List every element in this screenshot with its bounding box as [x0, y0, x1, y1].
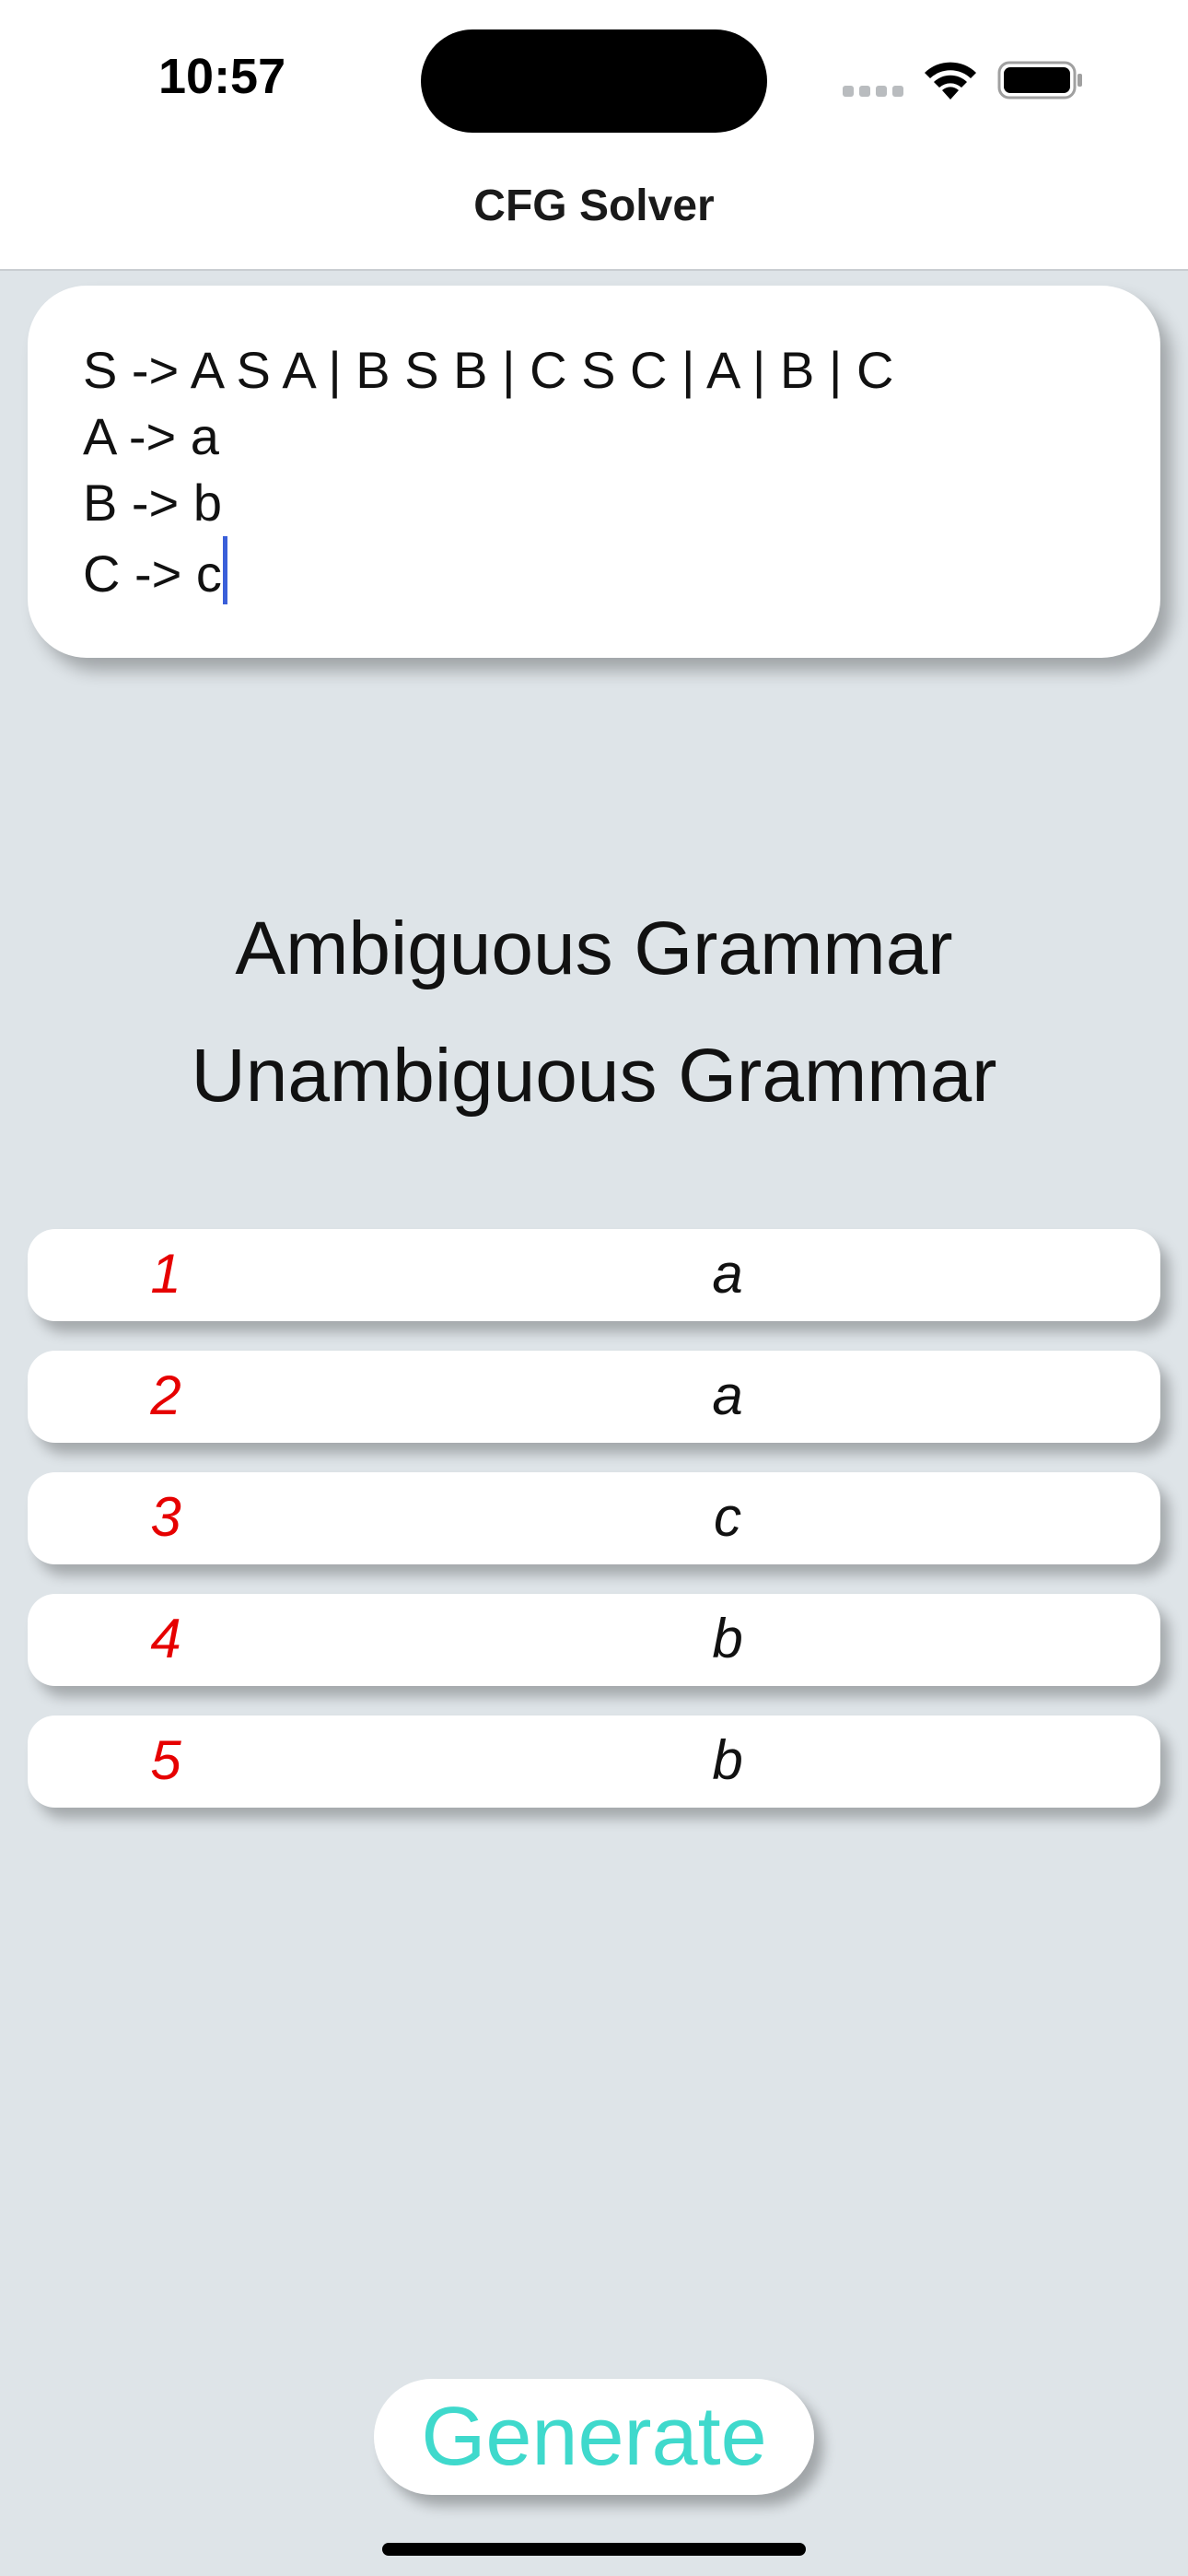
generate-button[interactable]: Generate	[374, 2379, 814, 2495]
derivation-row: 1 a	[28, 1229, 1160, 1321]
derivation-symbol: a	[712, 1364, 743, 1426]
derivation-row: 4 b	[28, 1594, 1160, 1686]
grammar-line-c: C -> c	[83, 536, 893, 604]
dynamic-island	[421, 29, 767, 133]
derivation-index: 5	[150, 1729, 181, 1791]
derivation-index: 2	[150, 1364, 181, 1426]
derivation-index: 3	[150, 1486, 181, 1548]
derivation-row: 2 a	[28, 1351, 1160, 1443]
wifi-icon	[925, 62, 976, 100]
battery-icon	[997, 61, 1082, 100]
home-indicator[interactable]	[382, 2543, 806, 2556]
derivation-row: 3 c	[28, 1472, 1160, 1564]
derivation-index: 4	[150, 1608, 181, 1669]
grammar-line-c-text: C -> c	[83, 544, 222, 603]
grammar-line-b: B -> b	[83, 474, 222, 532]
derivation-symbol: c	[714, 1486, 741, 1548]
text-caret	[222, 536, 227, 604]
unambiguous-result-label: Unambiguous Grammar	[191, 1034, 997, 1118]
ambiguous-result-label: Ambiguous Grammar	[235, 907, 953, 990]
derivation-row: 5 b	[28, 1715, 1160, 1808]
derivation-index: 1	[150, 1243, 181, 1305]
top-bar: 10:57 CFG Solver	[0, 0, 1188, 271]
derivation-symbol: a	[712, 1243, 743, 1305]
grammar-line-a: A -> a	[83, 407, 219, 465]
grammar-text[interactable]: S -> A S A | B S B | C S C | A | B | C A…	[83, 337, 894, 604]
page-title: CFG Solver	[473, 181, 715, 230]
derivation-symbol: b	[712, 1608, 743, 1669]
grammar-line-s: S -> A S A | B S B | C S C | A | B | C	[83, 341, 894, 399]
cellular-signal-icon	[843, 86, 905, 99]
derivation-symbol: b	[712, 1729, 743, 1791]
status-time: 10:57	[158, 49, 286, 104]
grammar-input[interactable]: S -> A S A | B S B | C S C | A | B | C A…	[28, 286, 1160, 658]
